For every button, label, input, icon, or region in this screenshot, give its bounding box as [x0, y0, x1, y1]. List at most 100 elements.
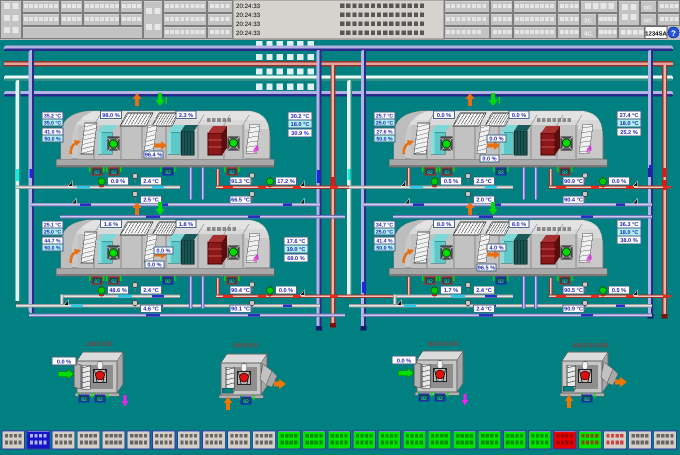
- svg-text:50.0 %: 50.0 %: [44, 245, 61, 251]
- svg-text:4C: 4C: [584, 31, 592, 38]
- svg-text:2.0 °C: 2.0 °C: [476, 198, 492, 204]
- svg-text:82: 82: [498, 279, 504, 285]
- svg-text:82: 82: [243, 399, 249, 405]
- svg-text:0/C: 0/C: [644, 6, 653, 12]
- svg-text:90.5 °C: 90.5 °C: [564, 288, 583, 294]
- svg-text:48.6 %: 48.6 %: [109, 288, 126, 294]
- svg-text:2.5 °C: 2.5 °C: [476, 179, 492, 185]
- svg-text:90.9 °C: 90.9 °C: [564, 179, 583, 185]
- svg-text:20:24:33: 20:24:33: [236, 30, 261, 37]
- svg-text:20:24:33: 20:24:33: [236, 21, 261, 28]
- svg-text:25.7 °C: 25.7 °C: [376, 113, 394, 119]
- svg-text:8.0 %: 8.0 %: [512, 222, 526, 228]
- svg-text:82: 82: [229, 170, 235, 176]
- svg-text:82: 82: [111, 170, 117, 176]
- svg-text:82: 82: [165, 279, 171, 285]
- svg-text:4.6 °C: 4.6 °C: [143, 307, 159, 313]
- svg-text:90.9 °C: 90.9 °C: [564, 307, 583, 313]
- svg-text:1.7 %: 1.7 %: [444, 288, 458, 294]
- svg-text:82: 82: [584, 397, 590, 403]
- svg-text:25.0 °C: 25.0 °C: [44, 229, 62, 235]
- svg-text:90.4 °C: 90.4 °C: [231, 288, 250, 294]
- svg-text:82: 82: [94, 279, 100, 285]
- svg-text:1.6 %: 1.6 %: [104, 222, 118, 228]
- svg-text:30.9 %: 30.9 %: [291, 131, 308, 137]
- svg-text:25.2 %: 25.2 %: [620, 130, 637, 136]
- svg-text:0.5 %: 0.5 %: [612, 288, 626, 294]
- svg-text:34.7 °C: 34.7 °C: [376, 222, 394, 228]
- svg-text:2C: 2C: [584, 18, 592, 25]
- svg-text:0.0 %: 0.0 %: [482, 156, 496, 162]
- svg-text:96.4 %: 96.4 %: [145, 152, 162, 158]
- svg-text:91.3 °C: 91.3 °C: [231, 179, 250, 185]
- svg-text:0.9 %: 0.9 %: [111, 179, 125, 185]
- svg-text:41.0 %: 41.0 %: [44, 129, 61, 135]
- svg-text:2.4 °C: 2.4 °C: [476, 307, 492, 313]
- svg-text:90.4 °C: 90.4 °C: [564, 198, 583, 204]
- svg-text:82: 82: [94, 170, 100, 176]
- svg-text:41.4 %: 41.4 %: [376, 238, 393, 244]
- svg-text:?: ?: [671, 29, 676, 38]
- svg-text:2.4 °C: 2.4 °C: [143, 179, 159, 185]
- svg-text:1234SA: 1234SA: [645, 31, 667, 38]
- svg-text:0.0 %: 0.0 %: [57, 359, 71, 365]
- svg-text:36.3 °C: 36.3 °C: [620, 222, 639, 228]
- svg-text:27.4 °C: 27.4 °C: [620, 113, 639, 119]
- svg-text:0.0 %: 0.0 %: [437, 113, 451, 119]
- svg-text:0.0 %: 0.0 %: [612, 179, 626, 185]
- svg-text:0.0 %: 0.0 %: [489, 136, 503, 142]
- svg-text:0.5 %: 0.5 %: [444, 179, 458, 185]
- svg-text:2.4 °C: 2.4 °C: [143, 288, 159, 294]
- svg-text:25.0 °C: 25.0 °C: [376, 120, 394, 126]
- svg-text:82: 82: [427, 170, 433, 176]
- svg-text:82: 82: [444, 170, 450, 176]
- svg-text:82: 82: [97, 397, 103, 403]
- svg-text:82: 82: [427, 279, 433, 285]
- svg-text:82: 82: [437, 396, 443, 402]
- svg-text:18.0 °C: 18.0 °C: [620, 230, 639, 236]
- svg-text:8.0 %: 8.0 %: [437, 222, 451, 228]
- svg-text:0/C: 0/C: [644, 19, 653, 25]
- svg-text:2.4 °C: 2.4 °C: [476, 288, 492, 294]
- svg-text:90.1 °C: 90.1 °C: [231, 307, 250, 313]
- svg-text:17.2 %: 17.2 %: [277, 179, 294, 185]
- svg-text:2.3 %: 2.3 %: [179, 113, 193, 119]
- svg-text:25.1 °C: 25.1 °C: [44, 222, 62, 228]
- svg-text:0.0 %: 0.0 %: [147, 262, 161, 268]
- svg-text:82: 82: [229, 279, 235, 285]
- svg-text:98.0 %: 98.0 %: [102, 113, 119, 119]
- svg-text:44.7 %: 44.7 %: [44, 238, 61, 244]
- svg-text:82: 82: [444, 279, 450, 285]
- svg-text:19.0 °C: 19.0 °C: [287, 247, 306, 253]
- svg-text:82: 82: [81, 397, 87, 403]
- svg-text:25.0 °C: 25.0 °C: [376, 229, 394, 235]
- svg-text:17.6 °C: 17.6 °C: [287, 239, 306, 245]
- svg-text:1.8 %: 1.8 %: [179, 222, 193, 228]
- svg-text:68.0 %: 68.0 %: [287, 256, 304, 262]
- svg-text:2.5 °C: 2.5 °C: [143, 198, 159, 204]
- svg-text:27.6 %: 27.6 %: [376, 129, 393, 135]
- svg-text:82: 82: [421, 396, 427, 402]
- svg-text:50.0 %: 50.0 %: [376, 136, 393, 142]
- svg-text:18.0 °C: 18.0 °C: [620, 121, 639, 127]
- svg-text:82: 82: [165, 170, 171, 176]
- svg-text:82: 82: [498, 170, 504, 176]
- svg-text:38.0 %: 38.0 %: [620, 238, 637, 244]
- svg-text:66.5 °C: 66.5 °C: [231, 198, 250, 204]
- svg-text:35.0 °C: 35.0 °C: [44, 120, 62, 126]
- svg-text:0.0 %: 0.0 %: [156, 248, 170, 254]
- svg-text:82: 82: [562, 279, 568, 285]
- svg-text:50.0 %: 50.0 %: [376, 245, 393, 251]
- svg-text:0.0 %: 0.0 %: [512, 113, 526, 119]
- svg-text:0.0 %: 0.0 %: [279, 288, 293, 294]
- svg-text:35.2 °C: 35.2 °C: [44, 113, 62, 119]
- svg-text:96.5 %: 96.5 %: [478, 265, 495, 271]
- svg-text:20:24:33: 20:24:33: [236, 3, 261, 10]
- svg-text:4.0 %: 4.0 %: [489, 245, 503, 251]
- svg-text:20:24:33: 20:24:33: [236, 12, 261, 19]
- svg-text:50.0 %: 50.0 %: [44, 136, 61, 142]
- svg-text:82: 82: [562, 170, 568, 176]
- svg-text:82: 82: [111, 279, 117, 285]
- svg-text:18.0 °C: 18.0 °C: [291, 122, 310, 128]
- svg-text:0.0 %: 0.0 %: [397, 358, 411, 364]
